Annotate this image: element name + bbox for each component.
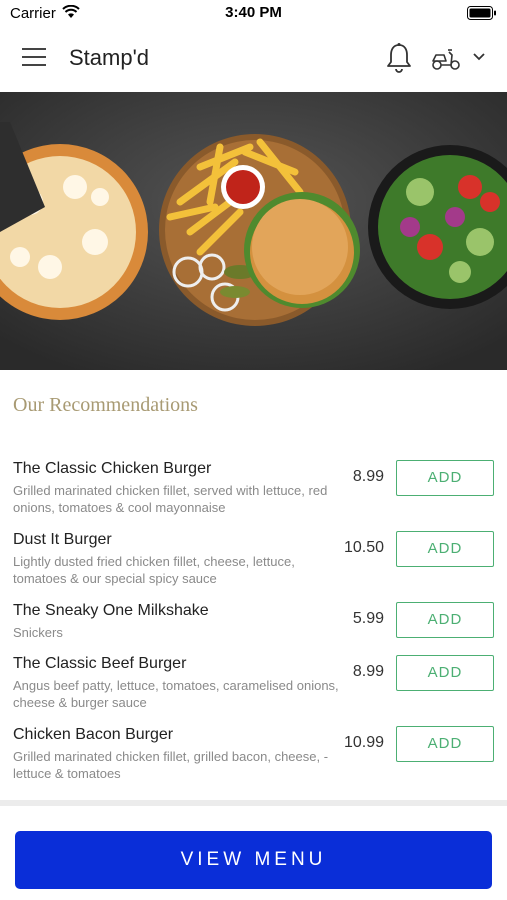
item-price: 5.99 (352, 610, 384, 627)
add-button[interactable]: ADD (396, 602, 494, 638)
item-name: The Sneaky One Milkshake (13, 602, 209, 619)
item-price: 10.99 (343, 734, 384, 751)
status-time: 3:40 PM (225, 4, 282, 21)
item-description: Angus beef patty, lettuce, tomatoes, car… (13, 678, 339, 710)
item-price: 10.50 (343, 539, 384, 556)
scooter-icon[interactable] (430, 46, 462, 72)
add-button[interactable]: ADD (396, 531, 494, 567)
chevron-down-icon[interactable] (472, 52, 486, 62)
status-bar: Carrier 3:40 PM (0, 0, 507, 28)
add-button[interactable]: ADD (396, 460, 494, 496)
hero-food-illustration (0, 92, 507, 370)
app-header: Stamp'd (0, 28, 507, 92)
item-name: Chicken Bacon Burger (13, 726, 174, 743)
list-item: Chicken Bacon Burger Grilled marinated c… (0, 726, 507, 790)
item-description: Snickers (13, 625, 63, 640)
item-name: The Classic Beef Burger (13, 655, 187, 672)
add-button[interactable]: ADD (396, 726, 494, 762)
item-description: Grilled marinated chicken fillet, served… (13, 483, 328, 515)
item-description: Lightly dusted fried chicken fillet, che… (13, 554, 295, 586)
bell-icon[interactable] (384, 42, 414, 74)
add-button[interactable]: ADD (396, 655, 494, 691)
list-item: The Classic Beef Burger Angus beef patty… (0, 655, 507, 719)
item-price: 8.99 (352, 663, 384, 680)
menu-icon[interactable] (22, 48, 48, 70)
hero-image (0, 92, 507, 370)
item-name: Dust It Burger (13, 531, 112, 548)
item-name: The Classic Chicken Burger (13, 460, 212, 477)
app-title: Stamp'd (69, 45, 150, 70)
item-description: Grilled marinated chicken fillet, grille… (13, 749, 329, 781)
item-price: 8.99 (352, 468, 384, 485)
list-item: Dust It Burger Lightly dusted fried chic… (0, 531, 507, 595)
section-title-recommendations: Our Recommendations (13, 394, 198, 416)
battery-icon (467, 6, 496, 20)
list-item: The Classic Chicken Burger Grilled marin… (0, 460, 507, 524)
view-menu-button[interactable]: VIEW MENU (15, 831, 492, 889)
divider (0, 800, 507, 806)
